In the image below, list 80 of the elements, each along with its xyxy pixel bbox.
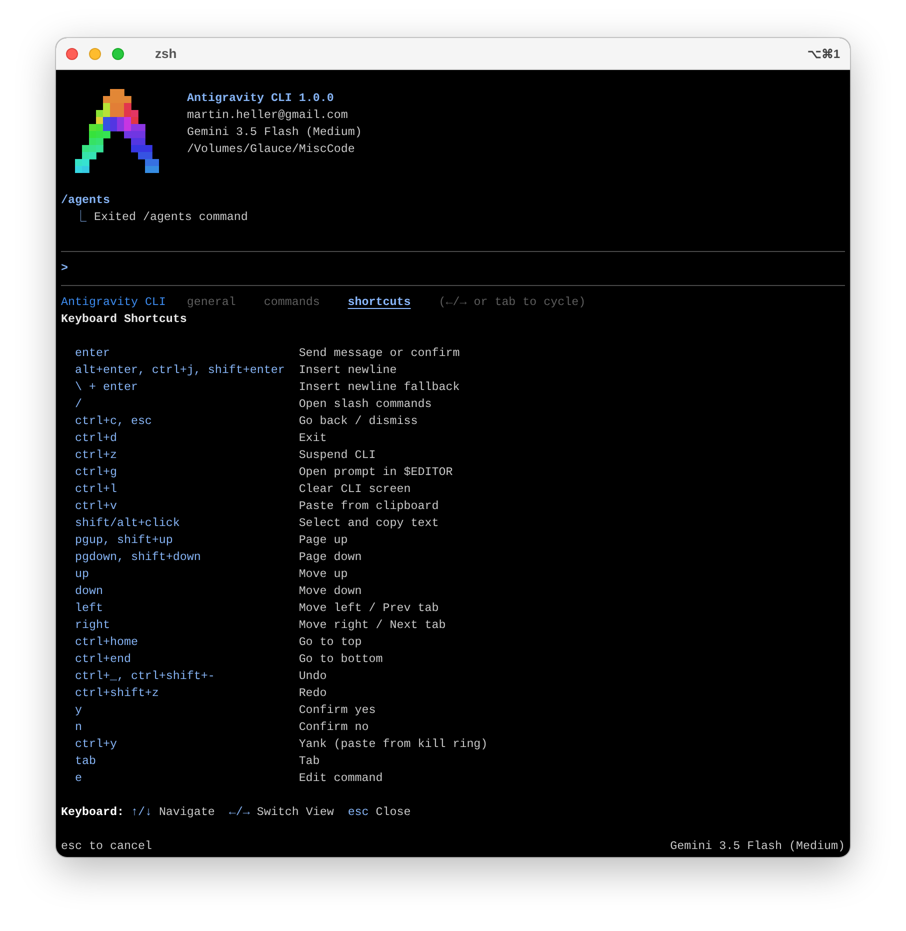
shortcut-keys: pgdown, shift+down (74, 549, 299, 566)
shortcut-action: Redo (298, 685, 328, 702)
shortcut-action: Send message or confirm (298, 345, 461, 362)
tab[interactable]: shortcuts (348, 294, 411, 311)
app-version: Antigravity CLI 1.0.0 (187, 90, 335, 107)
shortcut-action: Go to bottom (298, 651, 384, 668)
shortcut-keys: ctrl+v (74, 498, 299, 515)
shortcut-action: Confirm yes (298, 702, 377, 719)
tab-hint: (←/→ or tab to cycle) (438, 294, 586, 311)
shortcut-action: Go to top (298, 634, 363, 651)
shortcut-keys: e (74, 770, 299, 787)
shortcut-action: Move up (298, 566, 349, 583)
shortcut-action: Paste from clipboard (298, 498, 440, 515)
shortcut-keys: ctrl+z (74, 447, 299, 464)
shortcut-keys: ctrl+home (74, 634, 299, 651)
footer-label: Keyboard: (61, 804, 124, 821)
hint-key: ↑/↓ (130, 804, 152, 821)
shortcut-keys: \ + enter (74, 379, 299, 396)
hint-label: Close (376, 804, 411, 821)
section-heading: Keyboard Shortcuts (61, 311, 188, 328)
shortcut-action: Open prompt in $EDITOR (298, 464, 454, 481)
working-directory: /Volumes/Glauce/MiscCode (187, 141, 356, 158)
shortcut-keys: left (74, 600, 299, 617)
shortcut-action: Move down (298, 583, 363, 600)
shortcut-action: Tab (298, 753, 321, 770)
shortcut-keys: tab (74, 753, 299, 770)
command-text: /agents (61, 192, 111, 209)
shortcut-action: Select and copy text (298, 515, 440, 532)
tab[interactable]: commands (264, 294, 320, 311)
hint-label: Navigate (158, 804, 215, 821)
shortcut-action: Edit command (298, 770, 384, 787)
shortcut-keys: ctrl+g (74, 464, 299, 481)
shortcut-action: Open slash commands (298, 396, 433, 413)
shortcut-keys: shift/alt+click (74, 515, 299, 532)
shortcut-action: Exit (298, 430, 328, 447)
tab[interactable]: general (186, 294, 236, 311)
shortcut-keys: y (74, 702, 299, 719)
shortcut-keys: ctrl+_, ctrl+shift+- (74, 668, 299, 685)
shortcut-keys: ctrl+c, esc (74, 413, 299, 430)
shortcut-keys: alt+enter, ctrl+j, shift+enter (74, 362, 299, 379)
shortcut-action: Confirm no (298, 719, 370, 736)
shortcut-keys: right (74, 617, 299, 634)
shortcut-action: Go back / dismiss (298, 413, 419, 430)
hint-label: Switch View (256, 804, 334, 821)
shortcut-keys: ctrl+d (74, 430, 299, 447)
shortcut-keys: / (74, 396, 299, 413)
shortcut-action: Page down (298, 549, 363, 566)
hint-key: esc (348, 804, 369, 821)
shortcut-keys: up (74, 566, 299, 583)
shortcut-action: Insert newline (298, 362, 398, 379)
shortcut-keys: enter (74, 345, 299, 362)
shortcut-keys: down (74, 583, 299, 600)
branch-icon: ⎿ (74, 210, 87, 224)
command-result: Exited /agents command (94, 210, 248, 224)
shortcut-action: Clear CLI screen (298, 481, 412, 498)
account-email: martin.heller@gmail.com (187, 107, 349, 124)
shortcut-action: Page up (298, 532, 349, 549)
window-title: zsh (155, 46, 177, 61)
zoom-button[interactable] (112, 48, 124, 60)
shortcut-action: Move left / Prev tab (298, 600, 440, 617)
close-button[interactable] (66, 48, 78, 60)
model-name: Gemini 3.5 Flash (Medium) (187, 124, 362, 141)
shortcut-keys: ctrl+l (74, 481, 299, 498)
shortcut-keys: n (74, 719, 299, 736)
shortcut-keys: ctrl+y (74, 736, 299, 753)
app-title: Antigravity CLI (61, 294, 166, 311)
shortcut-keys: ctrl+shift+z (74, 685, 299, 702)
shortcut-action: Insert newline fallback (298, 379, 461, 396)
shortcut-action: Suspend CLI (298, 447, 377, 464)
shortcut-action: Yank (paste from kill ring) (298, 736, 488, 753)
shortcut-action: Undo (298, 668, 328, 685)
status-left: esc to cancel (61, 838, 152, 855)
minimize-button[interactable] (89, 48, 101, 60)
window-shortcut: ⌥⌘1 (807, 46, 840, 60)
shortcut-keys: pgup, shift+up (74, 532, 299, 549)
prompt-symbol: > (61, 261, 68, 275)
shortcut-keys: ctrl+end (74, 651, 299, 668)
hint-key: ←/→ (228, 804, 250, 821)
shortcut-action: Move right / Next tab (298, 617, 447, 634)
status-model: Gemini 3.5 Flash (Medium) (670, 838, 845, 855)
